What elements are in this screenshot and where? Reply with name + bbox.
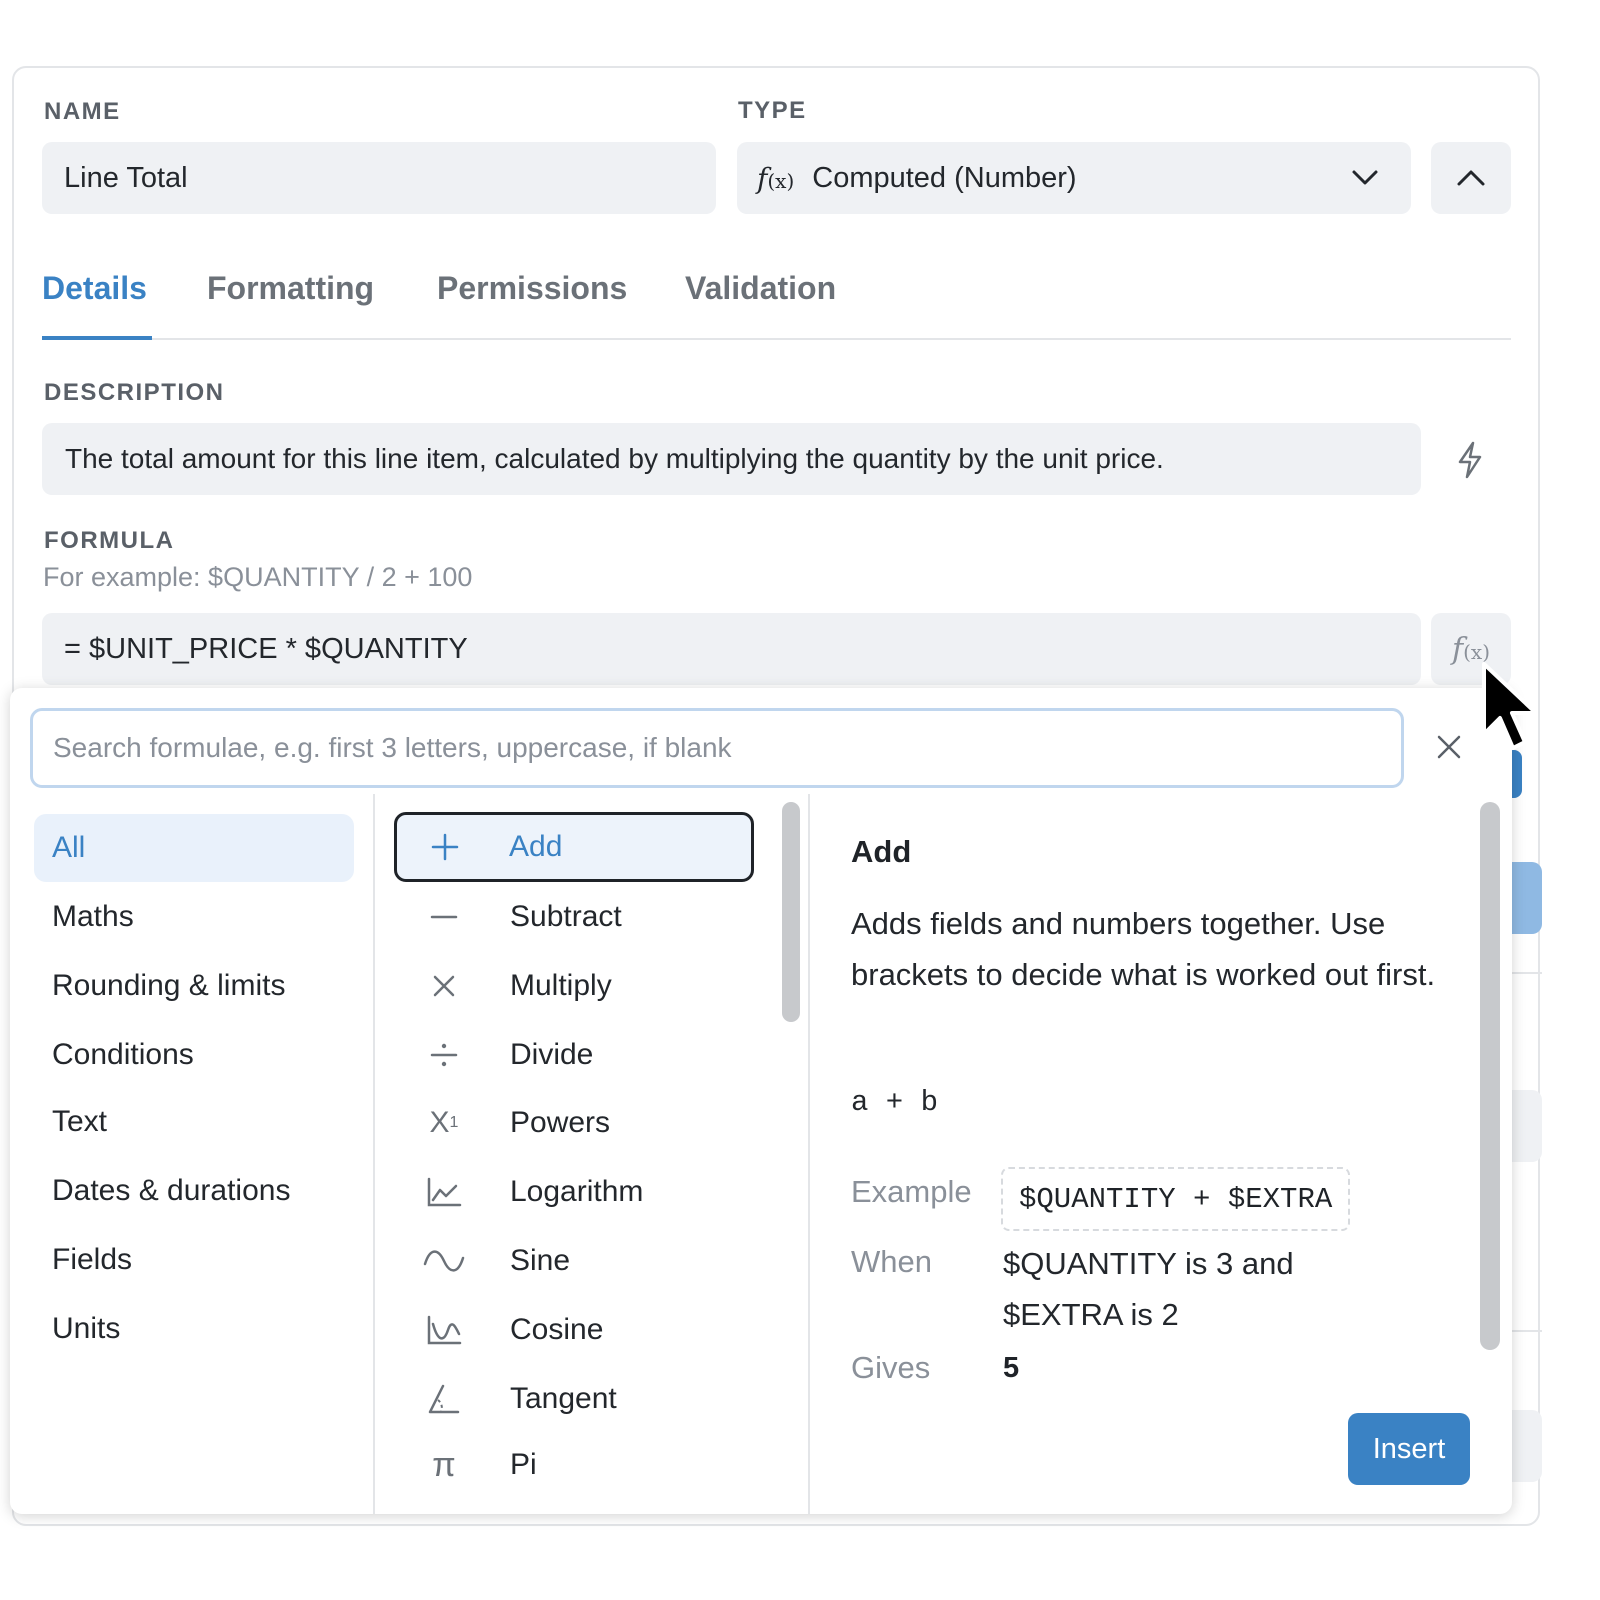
chevron-up-icon [1457, 170, 1485, 186]
detail-title: Add [851, 834, 912, 869]
powers-icon: X1 [429, 1106, 459, 1139]
tab-formatting[interactable]: Formatting [207, 270, 374, 307]
tab-details[interactable]: Details [42, 270, 147, 307]
tab-validation[interactable]: Validation [685, 270, 836, 307]
tab-bar: Details Formatting Permissions Validatio… [42, 262, 1511, 340]
function-cosine[interactable]: Cosine [394, 1295, 754, 1365]
function-list-scrollbar[interactable] [782, 802, 800, 1022]
background-divider [1510, 1330, 1542, 1332]
background-field [1510, 1410, 1542, 1482]
when-label: When [851, 1244, 932, 1279]
background-field [1510, 1090, 1542, 1162]
function-tangent[interactable]: Tangent [394, 1364, 754, 1434]
lightning-icon[interactable] [1452, 440, 1488, 480]
background-divider [1510, 972, 1542, 974]
chevron-down-icon [1352, 170, 1378, 185]
tangent-icon [422, 1377, 466, 1421]
category-maths[interactable]: Maths [34, 883, 354, 951]
name-input[interactable]: Line Total [42, 142, 716, 214]
close-icon[interactable] [1434, 732, 1464, 762]
function-powers[interactable]: X1 Powers [394, 1088, 754, 1158]
category-units[interactable]: Units [34, 1295, 354, 1363]
formula-input[interactable]: = $UNIT_PRICE * $QUANTITY [42, 613, 1421, 685]
category-rounding-limits[interactable]: Rounding & limits [34, 952, 354, 1020]
function-divide[interactable]: Divide [394, 1020, 754, 1090]
detail-scrollbar[interactable] [1480, 802, 1500, 1350]
function-multiply[interactable]: Multiply [394, 951, 754, 1021]
type-value: Computed (Number) [812, 161, 1077, 194]
formula-label: FORMULA [44, 527, 175, 554]
type-label: TYPE [738, 97, 807, 124]
description-label: DESCRIPTION [44, 379, 225, 406]
category-text[interactable]: Text [34, 1088, 354, 1156]
type-select[interactable]: f(x) Computed (Number) [737, 142, 1411, 214]
example-label: Example [851, 1174, 972, 1209]
gives-label: Gives [851, 1350, 931, 1385]
category-conditions[interactable]: Conditions [34, 1021, 354, 1089]
column-divider [373, 794, 375, 1514]
insert-button[interactable]: Insert [1348, 1413, 1470, 1485]
category-all[interactable]: All [34, 814, 354, 882]
formula-value: = $UNIT_PRICE * $QUANTITY [64, 632, 468, 665]
function-sine[interactable]: Sine [394, 1226, 754, 1296]
category-fields[interactable]: Fields [34, 1226, 354, 1294]
function-subtract[interactable]: Subtract [394, 882, 754, 952]
category-dates-durations[interactable]: Dates & durations [34, 1157, 354, 1225]
name-value: Line Total [64, 161, 188, 194]
when-value: $QUANTITY is 3 and $EXTRA is 2 [1003, 1246, 1294, 1332]
logarithm-icon [422, 1170, 466, 1214]
minus-icon [422, 895, 466, 939]
formula-hint: For example: $QUANTITY / 2 + 100 [43, 562, 473, 592]
formula-picker-popover: All Maths Rounding & limits Conditions T… [10, 688, 1512, 1514]
column-divider [808, 794, 810, 1514]
function-icon: f(x) [757, 161, 795, 195]
active-tab-indicator [42, 336, 152, 340]
formula-search-input[interactable] [30, 708, 1404, 788]
function-logarithm[interactable]: Logarithm [394, 1157, 754, 1227]
name-label: NAME [44, 98, 121, 125]
pi-icon: π [432, 1445, 456, 1484]
cosine-icon [422, 1308, 466, 1352]
multiply-icon [422, 964, 466, 1008]
plus-icon [423, 825, 467, 869]
mouse-cursor-icon [1482, 662, 1538, 750]
example-code: $QUANTITY + $EXTRA [1001, 1167, 1351, 1231]
tab-permissions[interactable]: Permissions [437, 270, 627, 307]
sine-icon [422, 1239, 466, 1283]
function-add[interactable]: Add [394, 812, 754, 882]
detail-syntax: a + b [851, 1086, 939, 1119]
divide-icon [422, 1033, 466, 1077]
detail-description: Adds fields and numbers together. Use br… [851, 906, 1436, 992]
collapse-button[interactable] [1431, 142, 1511, 214]
gives-value: 5 [1003, 1352, 1020, 1384]
description-value: The total amount for this line item, cal… [65, 443, 1164, 474]
function-pi[interactable]: π Pi [394, 1430, 754, 1500]
description-input[interactable]: The total amount for this line item, cal… [42, 423, 1421, 495]
